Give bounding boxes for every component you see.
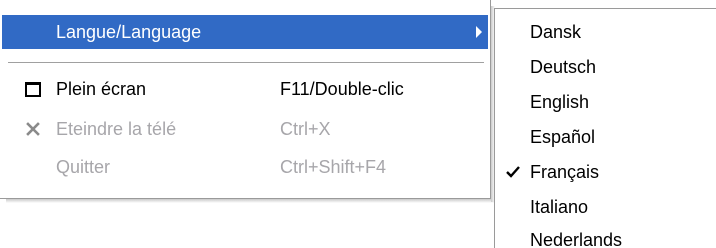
menu-item-quit[interactable]: Quitter Ctrl+Shift+F4 — [2, 150, 488, 184]
menu-item-label: Eteindre la télé — [56, 118, 177, 139]
context-menu: Langue/Language Plein écran F11/Double-c… — [0, 0, 491, 199]
language-option-nederlands[interactable]: Nederlands — [495, 223, 715, 248]
language-option-label: Dansk — [530, 21, 582, 42]
menu-item-label: Langue/Language — [56, 21, 202, 42]
checkmark-icon — [506, 166, 520, 178]
language-option-espanol[interactable]: Español — [495, 120, 715, 154]
menu-separator — [8, 62, 484, 63]
language-option-label: Español — [530, 126, 596, 147]
menu-item-shortcut: Ctrl+X — [280, 118, 331, 139]
language-submenu: Dansk Deutsch English Español Français I… — [494, 8, 716, 248]
menu-item-language[interactable]: Langue/Language — [2, 15, 488, 49]
submenu-arrow-icon — [476, 26, 482, 38]
close-x-icon — [22, 118, 44, 140]
screen: Langue/Language Plein écran F11/Double-c… — [0, 0, 716, 248]
language-option-english[interactable]: English — [495, 85, 715, 119]
language-option-dansk[interactable]: Dansk — [495, 15, 715, 49]
language-option-label: Deutsch — [530, 56, 597, 77]
language-option-label: Français — [530, 161, 600, 182]
language-option-label: Nederlands — [530, 229, 623, 248]
menu-shadow — [6, 199, 494, 203]
fullscreen-window-icon — [22, 78, 44, 100]
menu-item-shortcut: F11/Double-clic — [280, 78, 404, 99]
menu-item-label: Quitter — [56, 156, 111, 177]
menu-item-label: Plein écran — [56, 78, 147, 99]
language-option-label: English — [530, 91, 590, 112]
menu-item-shortcut: Ctrl+Shift+F4 — [280, 156, 387, 177]
language-option-label: Italiano — [530, 196, 589, 217]
menu-item-fullscreen[interactable]: Plein écran F11/Double-clic — [2, 72, 488, 106]
menu-item-turn-off-tv[interactable]: Eteindre la télé Ctrl+X — [2, 112, 488, 146]
language-option-italiano[interactable]: Italiano — [495, 190, 715, 224]
language-option-deutsch[interactable]: Deutsch — [495, 50, 715, 84]
language-option-francais[interactable]: Français — [495, 155, 715, 189]
